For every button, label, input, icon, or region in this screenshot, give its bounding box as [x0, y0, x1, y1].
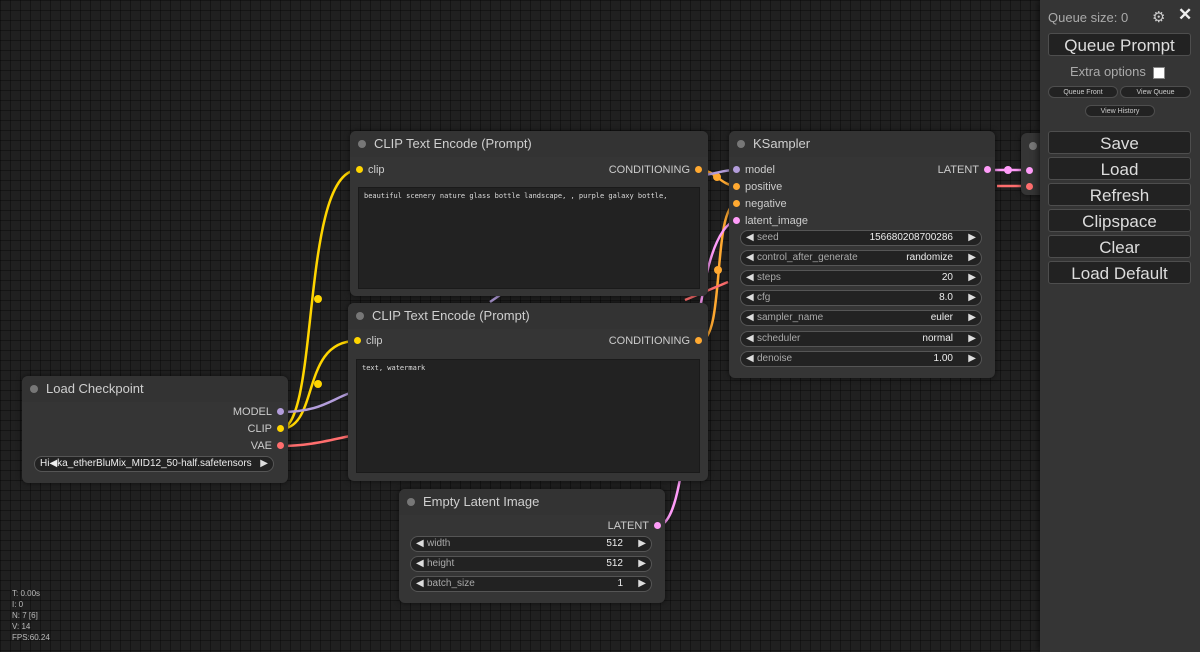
output-pin-icon[interactable]	[277, 425, 284, 432]
decrement-arrow-icon[interactable]: ◀	[746, 272, 754, 283]
input-clip[interactable]: clip	[354, 163, 385, 177]
decrement-arrow-icon[interactable]: ◀	[746, 232, 754, 243]
collapse-dot-icon[interactable]	[356, 312, 364, 320]
collapse-dot-icon[interactable]	[407, 498, 415, 506]
input-model[interactable]: model	[731, 163, 775, 177]
input-pin-icon[interactable]	[1026, 183, 1033, 190]
widget-height[interactable]: ◀ height 512 ▶	[410, 556, 652, 572]
output-pin-icon[interactable]	[277, 408, 284, 415]
prompt-textarea[interactable]: beautiful scenery nature glass bottle la…	[358, 187, 700, 289]
node-title[interactable]: Load Checkpoint	[22, 376, 288, 402]
increment-arrow-icon[interactable]: ▶	[968, 353, 976, 364]
increment-arrow-icon[interactable]: ▶	[968, 232, 976, 243]
increment-arrow-icon[interactable]: ▶	[638, 538, 646, 549]
gear-icon[interactable]: ⚙	[1152, 8, 1165, 26]
decrement-arrow-icon[interactable]: ◀	[416, 558, 424, 569]
output-conditioning[interactable]: CONDITIONING	[609, 163, 704, 177]
input-pin-icon[interactable]	[354, 337, 361, 344]
clear-button[interactable]: Clear	[1048, 235, 1191, 258]
decrement-arrow-icon[interactable]: ◀	[746, 312, 754, 323]
collapse-dot-icon[interactable]	[30, 385, 38, 393]
prompt-textarea[interactable]: text, watermark	[356, 359, 700, 473]
increment-arrow-icon[interactable]: ▶	[968, 312, 976, 323]
output-pin-icon[interactable]	[654, 522, 661, 529]
widget-sampler-name[interactable]: ◀ sampler_name euler ▶	[740, 310, 982, 326]
increment-arrow-icon[interactable]: ▶	[260, 458, 268, 469]
input-clip[interactable]: clip	[352, 334, 383, 348]
increment-arrow-icon[interactable]: ▶	[638, 558, 646, 569]
widget-scheduler[interactable]: ◀ scheduler normal ▶	[740, 331, 982, 347]
output-model[interactable]: MODEL	[233, 405, 286, 419]
close-icon[interactable]: ✕	[1178, 5, 1192, 25]
node-title[interactable]: KSampler	[729, 131, 995, 157]
decrement-arrow-icon[interactable]: ◀	[746, 292, 754, 303]
decrement-arrow-icon[interactable]: ◀	[746, 353, 754, 364]
increment-arrow-icon[interactable]: ▶	[968, 333, 976, 344]
increment-arrow-icon[interactable]: ▶	[968, 272, 976, 283]
output-latent[interactable]: LATENT	[608, 519, 663, 533]
widget-control-after-generate[interactable]: ◀ control_after_generate randomize ▶	[740, 250, 982, 266]
collapse-dot-icon[interactable]	[358, 140, 366, 148]
output-pin-icon[interactable]	[984, 166, 991, 173]
output-latent[interactable]: LATENT	[938, 163, 993, 177]
ksampler-node[interactable]: KSampler model positive negative latent_…	[729, 131, 995, 378]
wire-model	[279, 391, 351, 414]
queue-size-label: Queue size: 0	[1048, 10, 1129, 25]
widget-ckpt-name[interactable]: Hi◀ka_etherBluMix_MID12_50-half.safetens…	[34, 456, 274, 472]
load-default-button[interactable]: Load Default	[1048, 261, 1191, 284]
input-latent-image[interactable]: latent_image	[731, 214, 808, 228]
input-pin-icon[interactable]	[733, 166, 740, 173]
widget-seed[interactable]: ◀ seed 156680208700286 ▶	[740, 230, 982, 246]
input-pin-icon[interactable]	[733, 183, 740, 190]
input-pin-icon[interactable]	[733, 200, 740, 207]
empty-latent-image-node[interactable]: Empty Latent Image LATENT ◀ width 512 ▶ …	[399, 489, 665, 603]
load-button[interactable]: Load	[1048, 157, 1191, 180]
node-title[interactable]: CLIP Text Encode (Prompt)	[348, 303, 708, 329]
decrement-arrow-icon[interactable]: ◀	[746, 252, 754, 263]
decrement-arrow-icon[interactable]: ◀	[416, 578, 424, 589]
performance-stats: T: 0.00s I: 0 N: 7 [6] V: 14 FPS:60.24	[12, 589, 50, 642]
output-clip[interactable]: CLIP	[248, 422, 286, 436]
input-positive[interactable]: positive	[731, 180, 782, 194]
decrement-arrow-icon[interactable]: ◀	[746, 333, 754, 344]
widget-denoise[interactable]: ◀ denoise 1.00 ▶	[740, 351, 982, 367]
clipspace-button[interactable]: Clipspace	[1048, 209, 1191, 232]
node-title[interactable]: CLIP Text Encode (Prompt)	[350, 131, 708, 157]
clip-text-encode-node-positive[interactable]: CLIP Text Encode (Prompt) clip CONDITION…	[350, 131, 708, 296]
view-queue-button[interactable]: View Queue	[1120, 86, 1191, 98]
wire-vae	[279, 434, 351, 448]
clip-text-encode-node-negative[interactable]: CLIP Text Encode (Prompt) clip CONDITION…	[348, 303, 708, 481]
input-pin-icon[interactable]	[356, 166, 363, 173]
extra-options-row: Extra options	[1070, 64, 1165, 79]
queue-front-button[interactable]: Queue Front	[1048, 86, 1118, 98]
collapse-dot-icon[interactable]	[737, 140, 745, 148]
output-pin-icon[interactable]	[695, 337, 702, 344]
queue-prompt-button[interactable]: Queue Prompt	[1048, 33, 1191, 56]
widget-cfg[interactable]: ◀ cfg 8.0 ▶	[740, 290, 982, 306]
node-title[interactable]: Empty Latent Image	[399, 489, 665, 515]
queue-menu-panel: Queue size: 0 ⚙ ✕ Queue Prompt Extra opt…	[1040, 0, 1200, 652]
increment-arrow-icon[interactable]: ▶	[638, 578, 646, 589]
increment-arrow-icon[interactable]: ▶	[968, 252, 976, 263]
output-vae[interactable]: VAE	[251, 439, 286, 453]
input-negative[interactable]: negative	[731, 197, 787, 211]
save-button[interactable]: Save	[1048, 131, 1191, 154]
extra-options-checkbox[interactable]	[1152, 66, 1165, 79]
load-checkpoint-node[interactable]: Load Checkpoint MODEL CLIP VAE Hi◀ka_eth…	[22, 376, 288, 483]
view-history-button[interactable]: View History	[1085, 105, 1155, 117]
widget-width[interactable]: ◀ width 512 ▶	[410, 536, 652, 552]
output-pin-icon[interactable]	[277, 442, 284, 449]
increment-arrow-icon[interactable]: ▶	[968, 292, 976, 303]
output-pin-icon[interactable]	[695, 166, 702, 173]
decrement-arrow-icon[interactable]: ◀	[416, 538, 424, 549]
input-pin-icon[interactable]	[733, 217, 740, 224]
output-conditioning[interactable]: CONDITIONING	[609, 334, 704, 348]
widget-batch-size[interactable]: ◀ batch_size 1 ▶	[410, 576, 652, 592]
wire-model-top	[489, 293, 501, 304]
refresh-button[interactable]: Refresh	[1048, 183, 1191, 206]
widget-steps[interactable]: ◀ steps 20 ▶	[740, 270, 982, 286]
input-pin-icon[interactable]	[1026, 167, 1033, 174]
collapse-dot-icon[interactable]	[1029, 142, 1037, 150]
